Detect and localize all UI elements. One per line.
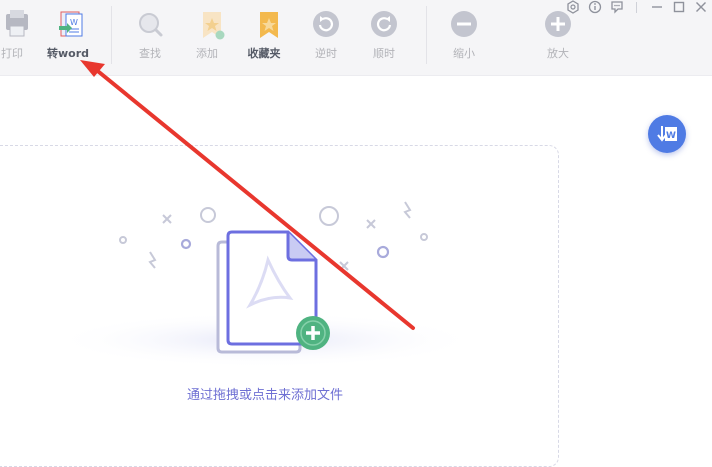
red-arrow-annotation <box>80 60 415 330</box>
